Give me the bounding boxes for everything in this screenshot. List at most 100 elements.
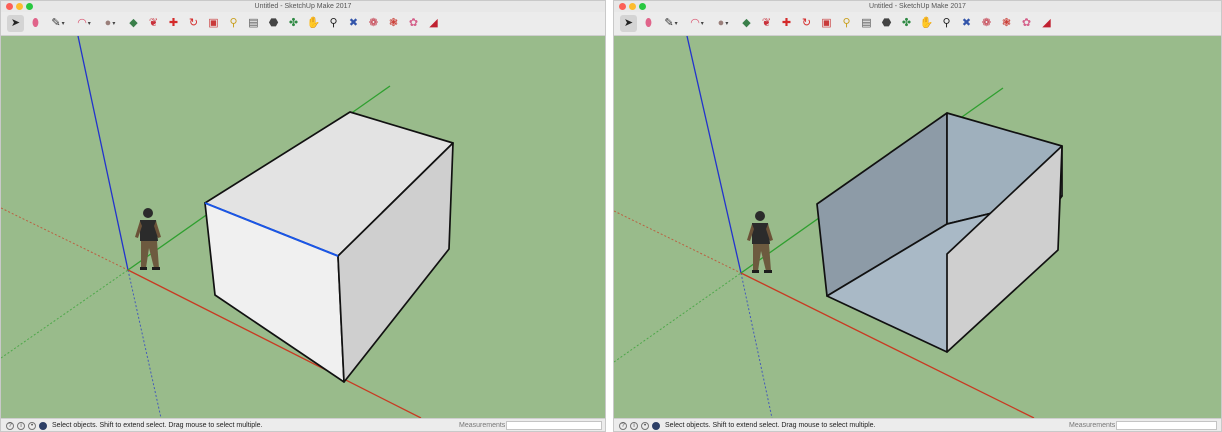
push-pull-tool-button[interactable]: ◆ [125, 15, 142, 32]
select-tool-button[interactable]: ➤ [620, 15, 637, 32]
status-message: Select objects. Shift to extend select. … [665, 422, 876, 429]
text-tool-button[interactable]: ▤ [858, 15, 875, 32]
chevron-down-icon: ▾ [725, 20, 729, 27]
shapes-tool-icon: ● [104, 17, 112, 29]
zoom-tool-icon: ⚲ [329, 17, 338, 29]
main-toolbar: ➤ ⬮ ✎ ▾ ◠ ▾ ● ▾ ◆ ❦ ✚ ↻ ▣ ⚲ ▤ ⬣ ✤ ✋ ⚲ ✖ ❁ ❃ ✿ ◢ [614, 12, 1221, 36]
offset-tool-button[interactable]: ❦ [758, 15, 775, 32]
blue-axis-hidden [127, 269, 162, 418]
share-model-button[interactable]: ✿ [1018, 15, 1035, 32]
person-figure [135, 208, 161, 270]
3d-warehouse-button[interactable]: ❁ [978, 15, 995, 32]
zoom-tool-button[interactable]: ⚲ [325, 15, 342, 32]
title-bar: Untitled - SketchUp Make 2017 [1, 1, 605, 12]
main-toolbar: ➤ ⬮ ✎ ▾ ◠ ▾ ● ▾ ◆ ❦ ✚ ↻ ▣ ⚲ ▤ ⬣ ✤ ✋ ⚲ ✖ ❁ ❃ ✿ ◢ [1, 12, 605, 36]
drawing-viewport[interactable] [1, 36, 605, 418]
eraser-tool-icon: ⬮ [32, 17, 39, 29]
measurements-input[interactable] [1116, 421, 1217, 430]
solid-box [204, 111, 454, 383]
status-bar: ? i • Select objects. Shift to extend se… [1, 418, 605, 431]
eraser-tool-button[interactable]: ⬮ [640, 15, 657, 32]
rotate-tool-button[interactable]: ↻ [798, 15, 815, 32]
push-pull-tool-button[interactable]: ◆ [738, 15, 755, 32]
arc-tool-icon: ◠ [690, 17, 700, 29]
instructor-icon[interactable] [652, 422, 660, 430]
measurements-input[interactable] [506, 421, 602, 430]
scale-tool-button[interactable]: ▣ [205, 15, 222, 32]
sign-in-icon[interactable]: • [641, 422, 649, 430]
extension-warehouse-button[interactable]: ❃ [998, 15, 1015, 32]
pan-tool-icon: ✋ [919, 17, 934, 29]
select-tool-icon: ➤ [10, 17, 21, 29]
extension-warehouse-icon: ❃ [388, 17, 399, 29]
pan-tool-button[interactable]: ✋ [305, 15, 322, 32]
offset-tool-button[interactable]: ❦ [145, 15, 162, 32]
move-tool-button[interactable]: ✚ [778, 15, 795, 32]
eraser-tool-button[interactable]: ⬮ [27, 15, 44, 32]
scale-tool-icon: ▣ [821, 17, 832, 29]
arc-tool-button[interactable]: ◠ ▾ [73, 15, 95, 32]
shapes-tool-button[interactable]: ● ▾ [712, 15, 734, 32]
zoom-extents-tool-button[interactable]: ✖ [958, 15, 975, 32]
zoom-extents-tool-icon: ✖ [961, 17, 972, 29]
tape-measure-tool-icon: ⚲ [842, 17, 851, 29]
tape-measure-tool-button[interactable]: ⚲ [225, 15, 242, 32]
orbit-tool-button[interactable]: ✤ [898, 15, 915, 32]
sign-in-icon[interactable]: • [28, 422, 36, 430]
blue-axis [77, 36, 129, 271]
credits-icon[interactable]: i [630, 422, 638, 430]
select-tool-button[interactable]: ➤ [7, 15, 24, 32]
paint-bucket-tool-button[interactable]: ⬣ [878, 15, 895, 32]
blue-axis-hidden [740, 272, 773, 418]
credits-icon[interactable]: i [17, 422, 25, 430]
3d-warehouse-button[interactable]: ❁ [365, 15, 382, 32]
arc-tool-button[interactable]: ◠ ▾ [686, 15, 708, 32]
line-tool-icon: ✎ [51, 17, 61, 29]
share-model-button[interactable]: ✿ [405, 15, 422, 32]
hollow-box [816, 112, 1063, 353]
zoom-tool-icon: ⚲ [942, 17, 951, 29]
geo-location-icon[interactable]: ? [6, 422, 14, 430]
rotate-tool-button[interactable]: ↻ [185, 15, 202, 32]
scale-tool-icon: ▣ [208, 17, 219, 29]
tape-measure-tool-button[interactable]: ⚲ [838, 15, 855, 32]
orbit-tool-icon: ✤ [901, 17, 912, 29]
offset-tool-icon: ❦ [148, 17, 159, 29]
geo-location-icon[interactable]: ? [619, 422, 627, 430]
3d-warehouse-icon: ❁ [368, 17, 379, 29]
rotate-tool-icon: ↻ [801, 17, 812, 29]
blue-axis [686, 36, 742, 274]
line-tool-icon: ✎ [664, 17, 674, 29]
status-bar: ? i • Select objects. Shift to extend se… [614, 418, 1221, 431]
move-tool-button[interactable]: ✚ [165, 15, 182, 32]
line-tool-button[interactable]: ✎ ▾ [47, 15, 69, 32]
line-tool-button[interactable]: ✎ ▾ [660, 15, 682, 32]
select-tool-icon: ➤ [623, 17, 634, 29]
offset-tool-icon: ❦ [761, 17, 772, 29]
zoom-extents-tool-button[interactable]: ✖ [345, 15, 362, 32]
extension-manager-button[interactable]: ◢ [1038, 15, 1055, 32]
pan-tool-button[interactable]: ✋ [918, 15, 935, 32]
orbit-tool-icon: ✤ [288, 17, 299, 29]
extension-warehouse-button[interactable]: ❃ [385, 15, 402, 32]
text-tool-icon: ▤ [248, 17, 259, 29]
green-axis-hidden [1, 269, 129, 359]
instructor-icon[interactable] [39, 422, 47, 430]
red-axis-hidden [614, 210, 742, 274]
zoom-extents-tool-icon: ✖ [348, 17, 359, 29]
share-model-icon: ✿ [1021, 17, 1032, 29]
orbit-tool-button[interactable]: ✤ [285, 15, 302, 32]
status-message: Select objects. Shift to extend select. … [52, 422, 263, 429]
text-tool-button[interactable]: ▤ [245, 15, 262, 32]
window-title: Untitled - SketchUp Make 2017 [869, 3, 966, 10]
paint-bucket-tool-button[interactable]: ⬣ [265, 15, 282, 32]
zoom-tool-button[interactable]: ⚲ [938, 15, 955, 32]
drawing-viewport[interactable] [614, 36, 1221, 418]
scale-tool-button[interactable]: ▣ [818, 15, 835, 32]
extension-manager-button[interactable]: ◢ [425, 15, 442, 32]
sketchup-window-left: Untitled - SketchUp Make 2017 ➤ ⬮ ✎ ▾ ◠ ▾ ● ▾ ◆ ❦… [0, 0, 606, 432]
chevron-down-icon: ▾ [112, 20, 116, 27]
move-tool-icon: ✚ [168, 17, 179, 29]
rotate-tool-icon: ↻ [188, 17, 199, 29]
shapes-tool-button[interactable]: ● ▾ [99, 15, 121, 32]
